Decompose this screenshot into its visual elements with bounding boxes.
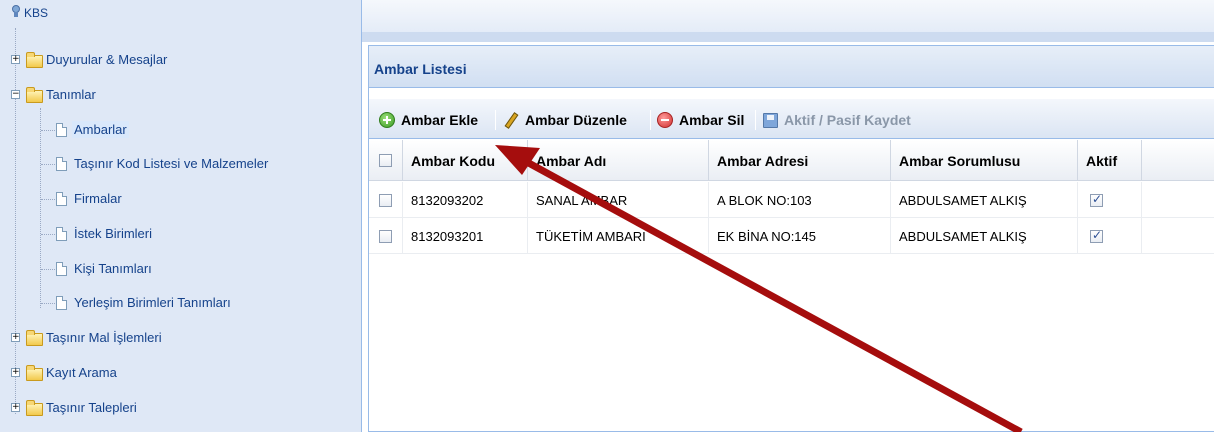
tree-item-label: Taşınır Mal İşlemleri xyxy=(46,330,162,345)
active-checkbox[interactable] xyxy=(1090,192,1103,207)
tree-guide-line xyxy=(41,164,55,165)
cell-address: A BLOK NO:103 xyxy=(709,182,891,218)
document-icon xyxy=(56,262,67,276)
add-icon xyxy=(379,112,395,128)
folder-icon xyxy=(26,52,43,68)
table-row[interactable]: 8132093202 SANAL AMBAR A BLOK NO:103 ABDULS… xyxy=(369,182,1214,218)
tree-item[interactable]: + Taşınır Talepleri xyxy=(0,396,360,420)
column-header-address[interactable]: Ambar Adresi xyxy=(709,140,891,181)
cell-owner: ABDULSAMET ALKIŞ xyxy=(891,218,1078,254)
cell-owner: ABDULSAMET ALKIŞ xyxy=(891,182,1078,218)
select-all-checkbox[interactable] xyxy=(379,154,392,167)
panel-header: Ambar Listesi xyxy=(369,46,1214,88)
edit-ambar-button[interactable]: Ambar Düzenle xyxy=(503,110,627,130)
tree-item[interactable]: + Kayıt Arama xyxy=(0,361,360,385)
app-title: KBS xyxy=(24,6,49,20)
save-active-passive-button[interactable]: Aktif / Pasif Kaydet xyxy=(763,110,911,130)
tree-item-label: Taşınır Kod Listesi ve Malzemeler xyxy=(74,156,269,171)
tree-item[interactable]: Ambarlar xyxy=(0,118,360,142)
column-header-code[interactable]: Ambar Kodu xyxy=(403,140,528,181)
cell-active[interactable] xyxy=(1078,182,1142,218)
tree-item-label: İstek Birimleri xyxy=(74,226,153,241)
delete-ambar-label: Ambar Sil xyxy=(679,112,745,128)
column-header-active[interactable]: Aktif xyxy=(1078,140,1142,181)
cell-name: SANAL AMBAR xyxy=(528,182,709,218)
cell-code: 8132093201 xyxy=(403,218,528,254)
collapse-icon[interactable]: − xyxy=(11,90,20,99)
tree-item[interactable]: + Duyurular & Mesajlar xyxy=(0,48,360,72)
save-icon xyxy=(763,112,778,128)
document-icon xyxy=(56,157,67,171)
select-all-cell[interactable] xyxy=(369,140,403,181)
toolbar: Ambar Ekle Ambar Düzenle Ambar Sil Aktif… xyxy=(369,99,1214,139)
tree-guide-line xyxy=(41,269,55,270)
document-icon xyxy=(56,192,67,206)
tree-item-label: Taşınır Talepleri xyxy=(46,400,137,415)
toolbar-separator xyxy=(755,110,756,130)
grid-header: Ambar Kodu Ambar Adı Ambar Adresi Ambar … xyxy=(369,140,1214,181)
document-icon xyxy=(56,123,67,137)
cell-name: TÜKETİM AMBARI xyxy=(528,218,709,254)
tree-item[interactable]: + Taşınır Mal İşlemleri xyxy=(0,326,360,350)
panel-title: Ambar Listesi xyxy=(374,61,467,77)
delete-ambar-button[interactable]: Ambar Sil xyxy=(657,110,744,130)
cell-address: EK BİNA NO:145 xyxy=(709,218,891,254)
column-header-name[interactable]: Ambar Adı xyxy=(528,140,709,181)
cell-code: 8132093202 xyxy=(403,182,528,218)
expand-icon[interactable]: + xyxy=(11,333,20,342)
folder-icon xyxy=(26,330,43,346)
expand-icon[interactable]: + xyxy=(11,55,20,64)
expand-icon[interactable]: + xyxy=(11,368,20,377)
table-row[interactable]: 8132093201 TÜKETİM AMBARI EK BİNA NO:145 AB… xyxy=(369,218,1214,254)
tree-item[interactable]: Kişi Tanımları xyxy=(0,257,360,281)
toolbar-separator xyxy=(650,110,651,130)
folder-icon xyxy=(26,365,43,381)
folder-icon xyxy=(26,87,43,103)
tree-item-label: Yerleşim Birimleri Tanımları xyxy=(74,295,231,310)
edit-ambar-label: Ambar Düzenle xyxy=(525,112,627,128)
tree-item-label: Tanımlar xyxy=(46,87,96,102)
cell-active[interactable] xyxy=(1078,218,1142,254)
tree-item[interactable]: Yerleşim Birimleri Tanımları xyxy=(0,291,360,315)
tree-item-label: Firmalar xyxy=(74,191,122,206)
row-select-cell[interactable] xyxy=(369,182,403,218)
tree-guide-line xyxy=(41,199,55,200)
save-active-passive-label: Aktif / Pasif Kaydet xyxy=(784,112,911,128)
tree-guide-line xyxy=(41,303,55,304)
active-checkbox[interactable] xyxy=(1090,228,1103,243)
top-band xyxy=(362,0,1214,42)
tree-guide-line xyxy=(41,130,55,131)
add-ambar-label: Ambar Ekle xyxy=(401,112,479,128)
row-select-cell[interactable] xyxy=(369,218,403,254)
tree-item-label: Ambarlar xyxy=(72,121,129,138)
document-icon xyxy=(56,296,67,310)
expand-icon[interactable]: + xyxy=(11,403,20,412)
tree-item-label: Kişi Tanımları xyxy=(74,261,152,276)
tree-item[interactable]: − Tanımlar xyxy=(0,83,360,107)
row-select-checkbox[interactable] xyxy=(379,193,392,207)
folder-icon xyxy=(26,400,43,416)
add-ambar-button[interactable]: Ambar Ekle xyxy=(379,110,478,130)
tree-item[interactable]: Firmalar xyxy=(0,187,360,211)
tree-item-label: Kayıt Arama xyxy=(46,365,117,380)
pencil-icon xyxy=(503,112,517,128)
toolbar-separator xyxy=(495,110,496,130)
ambar-listesi-panel: Ambar Listesi Ambar Ekle Ambar Düzenle A… xyxy=(368,45,1214,432)
tree-guide-line xyxy=(41,234,55,235)
delete-icon xyxy=(657,112,673,128)
kbs-app-icon xyxy=(12,5,20,17)
tree-item-label: Duyurular & Mesajlar xyxy=(46,52,168,67)
row-select-checkbox[interactable] xyxy=(379,229,392,243)
navigation-tree: KBS + Duyurular & Mesajlar − Tanımlar Ambarl… xyxy=(0,0,362,432)
column-header-owner[interactable]: Ambar Sorumlusu xyxy=(891,140,1078,181)
tree-item[interactable]: İstek Birimleri xyxy=(0,222,360,246)
tree-item[interactable]: Taşınır Kod Listesi ve Malzemeler xyxy=(0,152,360,176)
document-icon xyxy=(56,227,67,241)
